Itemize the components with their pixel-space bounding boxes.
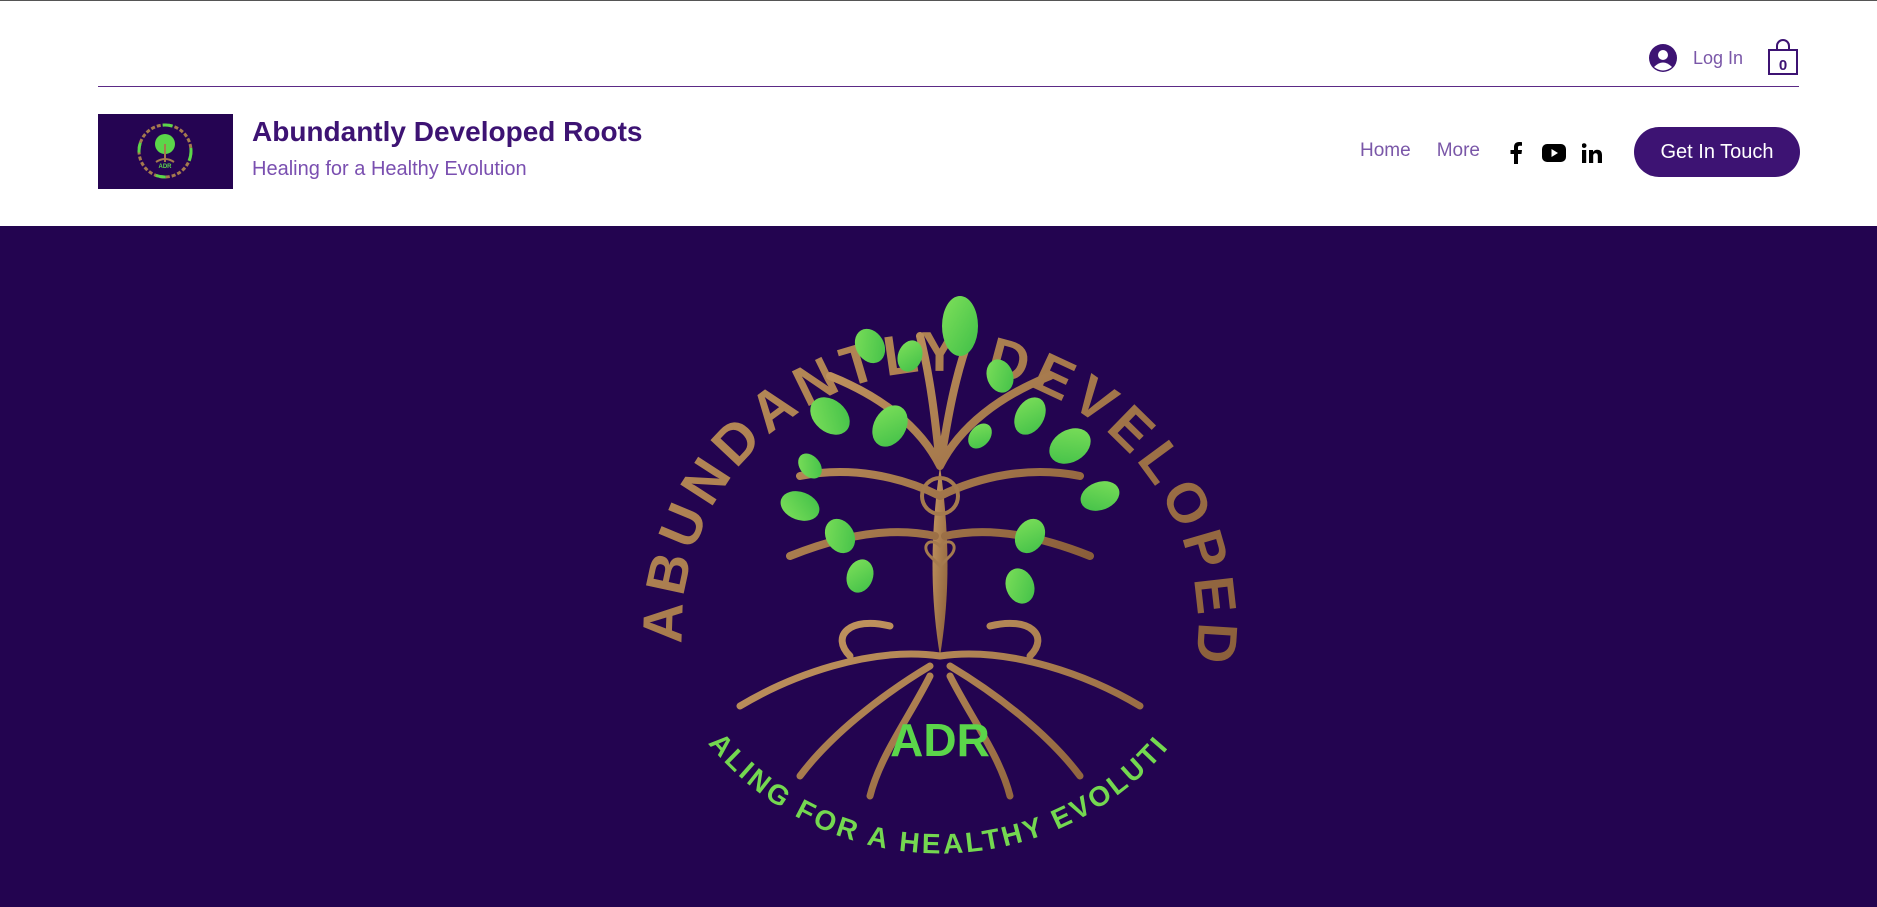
site-logo[interactable]: ADR [98,114,233,189]
cart-button[interactable]: 0 [1767,38,1799,76]
site-title[interactable]: Abundantly Developed Roots [252,116,642,148]
login-label: Log In [1692,47,1743,68]
site-tagline: Healing for a Healthy Evolution [252,158,527,180]
nav-more[interactable]: More [1437,140,1480,162]
linkedin-icon[interactable] [1579,140,1605,166]
adr-emblem-logo: ABUNDANTLY DEVELOPED ROOTS [630,236,1244,860]
youtube-icon[interactable] [1541,140,1567,166]
main-nav: Home More [1360,140,1480,162]
svg-text:ADR: ADR [159,164,173,170]
get-in-touch-button[interactable]: Get In Touch [1634,127,1800,177]
hero-section: ABUNDANTLY DEVELOPED ROOTS [0,226,1877,907]
utility-bar: Log In 0 [98,0,1799,87]
facebook-icon[interactable] [1503,140,1529,166]
login-button[interactable]: Log In [1648,40,1743,76]
logo-center-text: ADR [890,714,990,766]
social-bar [1503,140,1605,166]
nav-home[interactable]: Home [1360,140,1411,162]
user-avatar-icon [1648,44,1677,72]
cart-count: 0 [1778,57,1788,74]
site-header: ADR Abundantly Developed Roots Healing f… [0,88,1877,225]
